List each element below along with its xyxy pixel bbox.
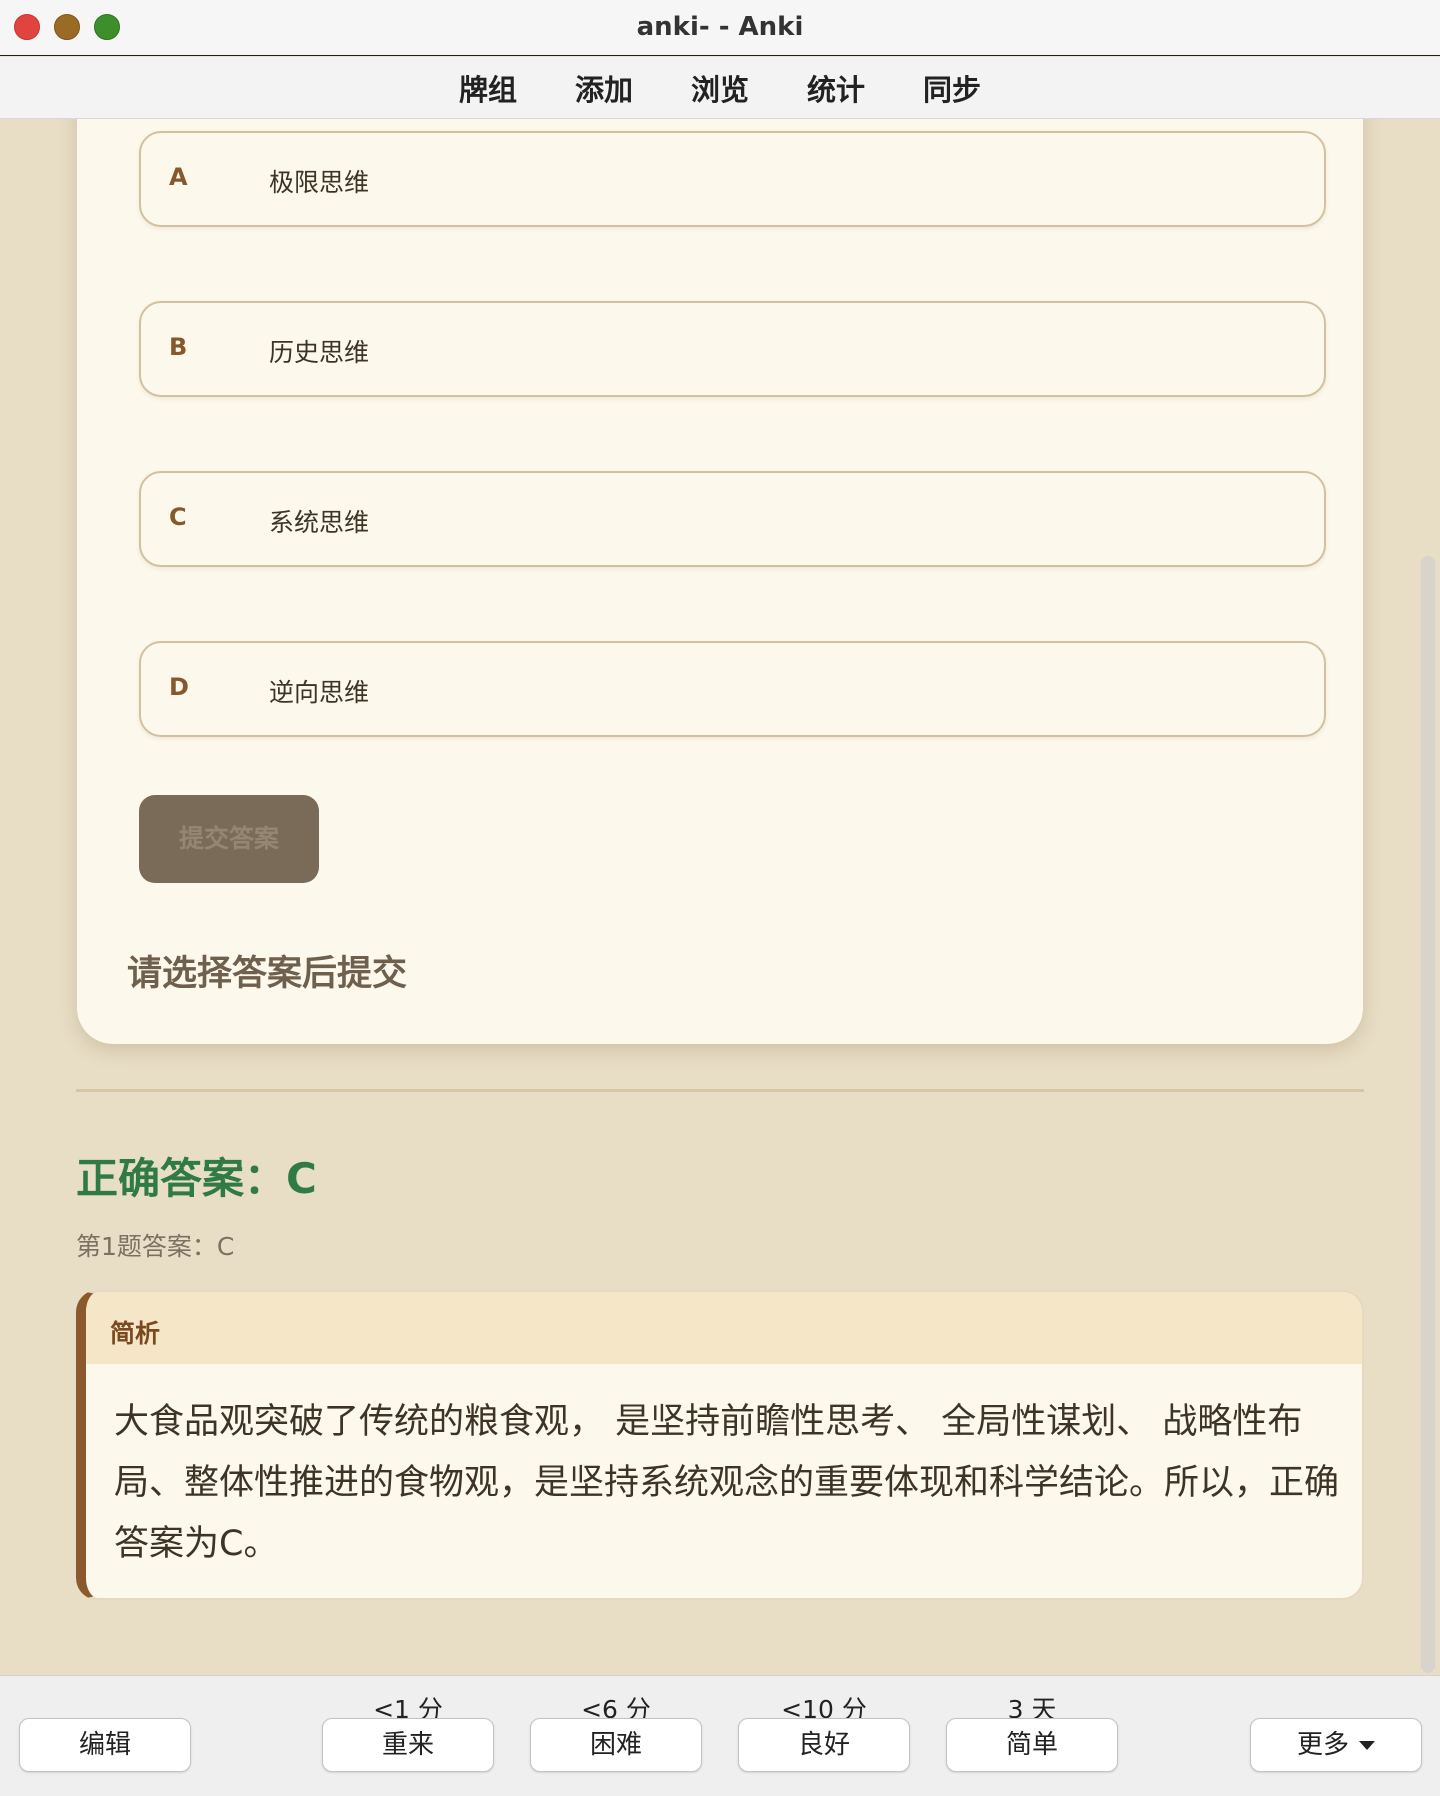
review-content: A 极限思维 B 历史思维 C 系统思维 D 逆向思维 提交答案 请选择答案后提… <box>0 119 1440 1675</box>
answer-detail: 第1题答案：C <box>76 1232 235 1261</box>
main-toolbar: 牌组 添加 浏览 统计 同步 <box>0 57 1440 119</box>
option-letter: D <box>169 673 189 701</box>
again-button[interactable]: 重来 <box>322 1718 494 1772</box>
analysis-header: 简析 <box>86 1292 1362 1364</box>
option-c[interactable]: C 系统思维 <box>139 471 1326 567</box>
option-text: 历史思维 <box>269 338 370 367</box>
more-button[interactable]: 更多 <box>1250 1718 1422 1772</box>
toolbar-sync[interactable]: 同步 <box>923 67 981 109</box>
answer-divider <box>76 1089 1364 1092</box>
title-bar: anki- - Anki <box>0 0 1440 56</box>
analysis-text: 大食品观突破了传统的粮食观， 是坚持前瞻性思考、 全局性谋划、 战略性布局、整体… <box>114 1402 1340 1564</box>
analysis-heading: 简析 <box>110 1319 161 1348</box>
more-label: 更多 <box>1296 1730 1349 1760</box>
option-letter: B <box>169 333 188 361</box>
edit-button[interactable]: 编辑 <box>19 1718 191 1772</box>
hard-button[interactable]: 困难 <box>530 1718 702 1772</box>
vertical-scrollbar[interactable] <box>1421 556 1435 1673</box>
easy-button[interactable]: 简单 <box>946 1718 1118 1772</box>
submit-answer-button[interactable]: 提交答案 <box>139 795 319 883</box>
question-card: A 极限思维 B 历史思维 C 系统思维 D 逆向思维 提交答案 请选择答案后提… <box>77 119 1363 1044</box>
submit-hint: 请选择答案后提交 <box>127 954 408 994</box>
correct-answer-title: 正确答案：C <box>76 1154 317 1203</box>
toolbar-browse[interactable]: 浏览 <box>691 67 749 109</box>
chevron-down-icon <box>1359 1741 1375 1750</box>
option-d[interactable]: D 逆向思维 <box>139 641 1326 737</box>
toolbar-add[interactable]: 添加 <box>575 67 633 109</box>
analysis-box: 简析 大食品观突破了传统的粮食观， 是坚持前瞻性思考、 全局性谋划、 战略性布局… <box>76 1290 1364 1600</box>
toolbar-stats[interactable]: 统计 <box>807 67 865 109</box>
answer-bar: 编辑 <1 分 重来 <6 分 困难 <10 分 良好 3 天 简单 更多 <box>0 1675 1440 1796</box>
toolbar-decks[interactable]: 牌组 <box>459 67 517 109</box>
option-a[interactable]: A 极限思维 <box>139 131 1326 227</box>
option-letter: C <box>169 503 187 531</box>
option-text: 逆向思维 <box>269 678 370 707</box>
window-title: anki- - Anki <box>636 12 804 42</box>
option-text: 极限思维 <box>269 168 370 197</box>
good-button[interactable]: 良好 <box>738 1718 910 1772</box>
option-letter: A <box>169 163 188 191</box>
option-b[interactable]: B 历史思维 <box>139 301 1326 397</box>
option-text: 系统思维 <box>269 508 370 537</box>
